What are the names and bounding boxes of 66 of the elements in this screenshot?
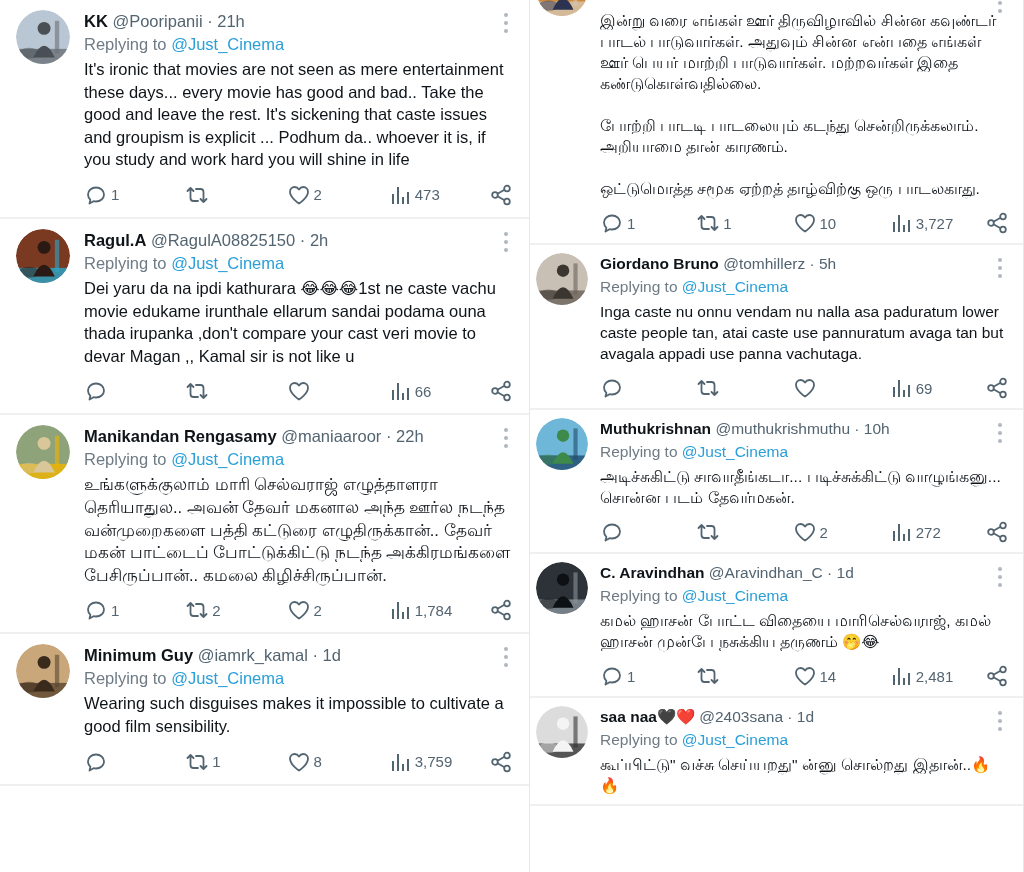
share-icon[interactable] — [985, 664, 1009, 688]
user-handle: @2403sana · 1d — [699, 708, 815, 725]
share-icon[interactable] — [489, 379, 513, 404]
tweet-text: இன்று வரை எங்கள் ஊர் திருவிழாவில் சின்ன கவுண்டர் பாடல் பாடுவார்கள். அதுவும் சின்ன என்பதை எங்கள் ஊர் பெயர் மாற்றி பாடுவார்கள். மற்றவர்கள் இதை கண்டுகொள்வதில்லை. போற்றி பாடடி பாடலையும் கடந்து சென்றிருக்கலாம். அறியாமை தான் காரணம். ஒட்டுமொத்த சமூக ஏற்றத் தாழ்விற்கு ஒரு பாடலகாது. — [600, 11, 998, 199]
action-count: 69 — [915, 379, 933, 397]
tweet-text: Wearing such disguises makes it impossible to cultivate a good film sensibility. — [84, 693, 505, 737]
action-count: 66 — [414, 382, 432, 400]
tweet-text: Inga caste nu onnu vendam nu nalla asa paduratum lower caste people tan, atai caste use pannuratum avaga tan but avagala appadi use panna vachutaga. — [600, 302, 1005, 364]
user-handle: @Aravindhan_C · 1d — [708, 564, 854, 581]
user-handle: @Pooripanii · 21h — [112, 12, 245, 30]
action-count: 1 — [212, 753, 221, 770]
user-handle: @tomhillerz · 5h — [723, 255, 837, 272]
user-handle: @maniaaroor · 22h — [281, 427, 424, 446]
replying-label: Replying to — [600, 278, 678, 295]
action-count: 1 — [723, 214, 732, 232]
user-handle: @RagulA08825150 · 2h — [150, 230, 329, 249]
action-count: 2 — [819, 523, 828, 541]
user-name[interactable]: Ragul.A — [84, 230, 147, 249]
share-icon[interactable] — [489, 598, 513, 623]
replying-label: Replying to — [600, 443, 678, 460]
share-icon[interactable] — [985, 211, 1009, 235]
action-count: 10 — [819, 214, 837, 232]
heart-icon[interactable] — [792, 376, 817, 400]
replying-label: Replying to — [84, 450, 167, 469]
tweet-text: உங்களுக்குலாம் மாரி செல்வராஜ் எழுத்தாளரா தெரியாதுல.. அவன் தேவர் மகனால அந்த ஊர்ல நடந்த வன்முறைகளை பத்தி கட்டுரை எழுதிருக்கான்.. தேவர் மகன் பாட்டைப் போட்டுக்கிட்டு நடந்த அக்கிரமங்களை பேசிருப்பான்.. கமலை கிழிச்சிருப்பான். — [84, 474, 512, 587]
user-name[interactable]: Muthukrishnan — [600, 420, 712, 437]
user-handle: @muthukrishmuthu · 10h — [715, 420, 890, 437]
user-name[interactable]: KK — [84, 12, 108, 30]
action-count: 14 — [819, 667, 837, 685]
action-count: 2 — [212, 601, 221, 619]
user-handle: @iamrk_kamal · 1d — [197, 646, 341, 665]
action-count: 1 — [627, 214, 636, 232]
replying-label: Replying to — [84, 35, 167, 53]
replying-label: Replying to — [600, 587, 678, 604]
tweet-text: கமல் ஹாசன் போட்ட விதையை மாரிசெல்வராஜ், கமல் ஹாசன் முன்பே நசுக்கிய தருணம் 🤭😂 — [600, 611, 992, 652]
replying-label: Replying to — [84, 669, 167, 688]
tweet-text: கூப்பிட்டு" வச்சு செய்யறது" ன்னு சொல்றது இதான்..🔥🔥 — [600, 755, 992, 796]
action-count: 1,784 — [414, 601, 453, 619]
tweet-text: It's ironic that movies are not seen as mere entertainment these days... every movie has good and bad.. Take the good and leave the rest. It's sickening that caste issues and groupism is explicit ... Podhum da.. whoever it is, if you study and work hard you will shine in life — [84, 59, 505, 171]
action-count: 3,727 — [915, 214, 954, 232]
action-count: 1 — [627, 667, 636, 685]
action-count: 272 — [915, 523, 941, 541]
user-name[interactable]: Manikandan Rengasamy — [84, 427, 277, 446]
heart-icon[interactable] — [792, 520, 817, 544]
action-count: 2 — [313, 601, 322, 619]
heart-icon[interactable] — [792, 664, 817, 688]
share-icon[interactable] — [985, 376, 1009, 400]
action-count: 473 — [414, 186, 440, 204]
replying-label: Replying to — [600, 731, 678, 748]
user-name[interactable]: C. Aravindhan — [600, 564, 705, 581]
tweet-text: அடிச்சுகிட்டு சாவாதீங்கடா... படிச்சுக்கிட்டு வாழுங்கனு... சொன்ன படம் தேவர்மகன். — [600, 467, 1002, 508]
action-count: 1 — [111, 186, 120, 204]
tweet-text: Dei yaru da na ipdi kathurara 😂😂😂1st ne caste vachu movie edukame irunthale ellarum sandai podama ouna thada irupanka ,don't compare your cast veri movie to devar Magan ,, Kamal sir is not like u — [84, 277, 497, 367]
replying-label: Replying to — [84, 253, 167, 272]
share-icon[interactable] — [489, 182, 513, 207]
user-name[interactable]: saa naa🖤❤ — [600, 708, 695, 725]
share-icon[interactable] — [489, 749, 513, 774]
action-count: 1 — [111, 601, 120, 619]
action-count: 2,481 — [915, 667, 954, 685]
action-count: 2 — [313, 186, 322, 204]
action-count: 8 — [313, 753, 322, 770]
heart-icon[interactable] — [792, 211, 817, 235]
share-icon[interactable] — [985, 520, 1009, 544]
user-name[interactable]: Minimum Guy — [84, 646, 194, 665]
action-count: 3,759 — [414, 753, 453, 770]
user-name[interactable]: Giordano Bruno — [600, 255, 719, 272]
